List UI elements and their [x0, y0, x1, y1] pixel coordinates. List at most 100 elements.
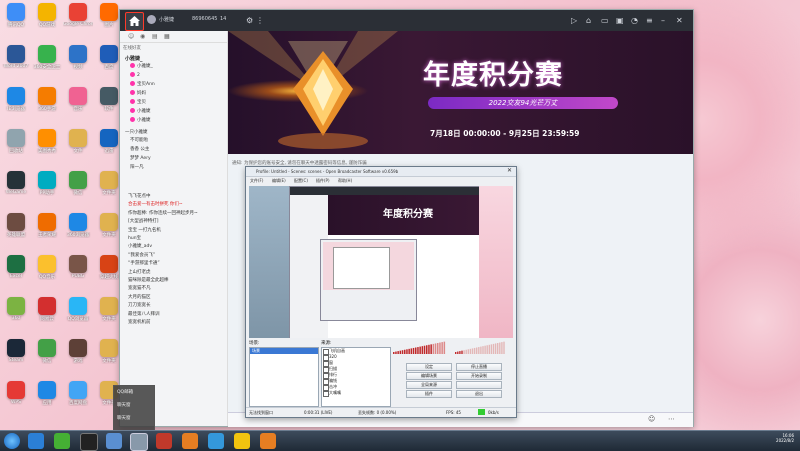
popup-item[interactable]: 聊天窗: [114, 399, 154, 412]
group-message[interactable]: 小雅婕_adv: [128, 243, 152, 249]
desktop-icon[interactable]: 360手游: [32, 87, 62, 112]
obs-menu-item[interactable]: 帮助(H): [338, 178, 352, 184]
taskbar-360-icon[interactable]: [54, 433, 70, 449]
home-tab-icon[interactable]: ⌂: [586, 16, 591, 25]
obs-button[interactable]: 插件: [406, 390, 452, 398]
taskbar-app2-icon[interactable]: [182, 433, 198, 449]
obs-button[interactable]: 全局来源: [406, 381, 452, 389]
desktop-icon[interactable]: Google Chrome: [63, 3, 93, 27]
share-icon[interactable]: ⋮: [256, 16, 264, 25]
system-clock[interactable]: 16:06 2022/8/2: [776, 433, 794, 443]
taskbar-app3-icon[interactable]: [208, 433, 224, 449]
contact-item[interactable]: 小雅婕_: [130, 63, 153, 69]
home-button[interactable]: [125, 12, 144, 31]
game-icon[interactable]: ▣: [616, 16, 624, 25]
source-item[interactable]: 大嘴嘴: [322, 390, 390, 397]
contact-item[interactable]: 2: [130, 72, 140, 78]
desktop-icon[interactable]: QQ浏览器: [63, 297, 93, 322]
taskbar-game-icon[interactable]: [156, 433, 172, 449]
contact-item[interactable]: 不可能啦: [130, 137, 148, 143]
desktop-icon[interactable]: 腾讯QQ: [1, 3, 31, 28]
desktop-icon[interactable]: Steam: [1, 339, 31, 363]
group-message[interactable]: 作你超棒: 作你连续一回神起步月~: [128, 210, 198, 216]
desktop-icon[interactable]: 百度网盘: [63, 381, 93, 406]
apps-tab-icon[interactable]: ▦: [164, 33, 170, 40]
group-message[interactable]: “我爱会员飞”: [128, 252, 155, 258]
scenes-list[interactable]: 场景: [249, 347, 319, 407]
desktop-icon[interactable]: PUBG: [63, 255, 93, 279]
group-message[interactable]: 宝宝 一打九名机: [128, 227, 161, 233]
popup-item[interactable]: QQ邮箱: [114, 386, 154, 399]
scene-item[interactable]: 场景: [250, 348, 318, 354]
obs-button[interactable]: 停止直播: [456, 363, 502, 371]
taskbar-ie-icon[interactable]: [28, 433, 44, 449]
desktop-icon[interactable]: 360浏览器: [63, 213, 93, 238]
contact-item[interactable]: 宝贝Ann: [130, 81, 155, 87]
obs-close-icon[interactable]: ✕: [507, 167, 512, 174]
settings-icon[interactable]: ⚙: [246, 16, 253, 25]
desktop-icon[interactable]: 应用: [32, 381, 62, 406]
desktop-icon[interactable]: 游戏: [63, 339, 93, 364]
desktop-icon[interactable]: 360安全卫士: [32, 45, 62, 70]
group-message[interactable]: 最佳第八人拜训: [128, 311, 160, 317]
group-message[interactable]: [大型战神特打]: [128, 218, 159, 224]
popup-item[interactable]: 聊天窗: [114, 412, 154, 425]
contact-item[interactable]: 小雅婕: [130, 117, 151, 123]
contact-item[interactable]: 妈妈: [130, 90, 146, 96]
desktop-icon[interactable]: IE浏览器: [1, 87, 31, 112]
avatar[interactable]: [147, 15, 156, 24]
desktop-icon[interactable]: 微信: [63, 171, 93, 196]
obs-menu-item[interactable]: 编辑(E): [272, 178, 286, 184]
menu-icon[interactable]: ≡: [646, 16, 653, 25]
group-tab-icon[interactable]: ◉: [140, 33, 145, 40]
obs-menu-item[interactable]: 插件(P): [316, 178, 330, 184]
desktop-icon[interactable]: WeGame: [1, 171, 31, 195]
group-message[interactable]: hun宝: [128, 235, 141, 241]
desktop-icon[interactable]: 美图秀秀: [32, 129, 62, 154]
desktop-icon[interactable]: QQ游戏: [32, 3, 62, 28]
desktop-icon[interactable]: 网易云: [32, 297, 62, 322]
group-message[interactable]: 大月的猫区: [128, 294, 151, 300]
contact-item[interactable]: 宝贝: [130, 99, 146, 105]
desktop-icon[interactable]: Word 2007: [1, 45, 31, 69]
image-icon[interactable]: ▭: [601, 16, 609, 25]
desktop-icon[interactable]: WPS: [1, 381, 31, 405]
group-message[interactable]: 飞飞花点中: [128, 193, 151, 199]
desktop-icon[interactable]: Excel: [1, 255, 31, 279]
skin-icon[interactable]: ◔: [631, 16, 638, 25]
group2-header[interactable]: 一只小雅婕: [125, 129, 148, 135]
start-button[interactable]: [4, 433, 20, 449]
sources-list[interactable]: 飞机自画 320 窗扫描 排行 骗钱 击冲 大嘴嘴: [321, 347, 391, 407]
event-banner[interactable]: 年度积分赛 2022交友94光芒万丈 7月18日 00:00:00 - 9月25…: [228, 31, 693, 154]
obs-button[interactable]: 退出: [456, 390, 502, 398]
desktop-icon[interactable]: PP助手: [32, 171, 62, 196]
group-message[interactable]: “手游那里卡通”: [128, 260, 160, 266]
desktop-icon[interactable]: 视频: [63, 45, 93, 70]
group-message[interactable]: 刀刀宽宽长: [128, 302, 151, 308]
desktop-icon[interactable]: 文件: [63, 129, 93, 154]
taskbar-qq-icon[interactable]: [130, 433, 148, 451]
close-icon[interactable]: ✕: [676, 16, 683, 25]
desktop-icon[interactable]: 英雄联盟: [1, 213, 31, 238]
obs-button[interactable]: [456, 381, 502, 389]
taskbar-app-icon[interactable]: [106, 433, 122, 449]
chat-tab-icon[interactable]: ▤: [152, 33, 158, 40]
obs-button[interactable]: 设定: [406, 363, 452, 371]
desktop-icon[interactable]: 音乐: [63, 87, 93, 112]
group-message[interactable]: 猫咪除是最全此超棒: [128, 277, 169, 283]
taskbar-app4-icon[interactable]: [234, 433, 250, 449]
desktop-icon[interactable]: 360: [1, 297, 31, 321]
list-header[interactable]: 小雅婕_: [125, 55, 143, 62]
group-message[interactable]: 宽宽机机前: [128, 319, 151, 325]
contact-item[interactable]: 小雅婕: [130, 108, 151, 114]
play-icon[interactable]: ▷: [571, 16, 577, 25]
desktop-icon[interactable]: QQ音乐: [32, 255, 62, 280]
contact-item[interactable]: 阳一凡: [130, 164, 144, 170]
minimize-icon[interactable]: –: [661, 16, 665, 25]
emoji-icon[interactable]: ☺: [648, 415, 655, 423]
source-checkbox[interactable]: [323, 391, 329, 397]
contact-item[interactable]: 香香 公主: [130, 146, 149, 152]
obs-menu-item[interactable]: 文件(F): [250, 178, 263, 184]
group-message[interactable]: 宽宽猫不凡: [128, 285, 151, 291]
obs-menu-item[interactable]: 配置(C): [294, 178, 308, 184]
